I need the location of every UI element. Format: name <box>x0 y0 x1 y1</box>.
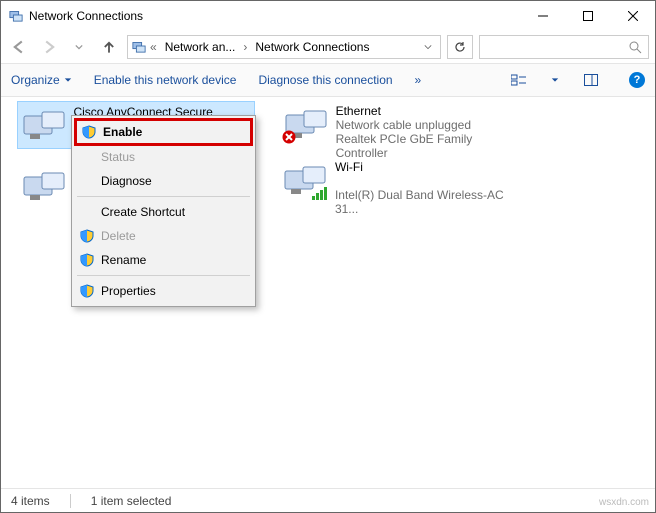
location-icon <box>132 39 146 56</box>
adapter-device: Intel(R) Dual Band Wireless-AC 31... <box>335 188 526 216</box>
context-enable[interactable]: Enable <box>74 118 253 146</box>
titlebar: Network Connections <box>1 1 655 31</box>
adapter-blank <box>335 174 526 188</box>
refresh-button[interactable] <box>447 35 473 59</box>
watermark: wsxdn.com <box>599 497 649 508</box>
back-button[interactable] <box>7 35 31 59</box>
adapter-icon <box>20 166 68 206</box>
context-delete: Delete <box>75 224 252 248</box>
organize-menu[interactable]: Organize <box>11 73 72 87</box>
minimize-button[interactable] <box>520 1 565 31</box>
content-area: Cisco AnyConnect Secure Mobility Etherne… <box>1 97 655 488</box>
enable-device-button[interactable]: Enable this network device <box>94 73 237 87</box>
up-button[interactable] <box>97 35 121 59</box>
context-rename[interactable]: Rename <box>75 248 252 272</box>
divider <box>70 494 71 508</box>
adapter-name: Ethernet <box>336 104 526 118</box>
context-status: Status <box>75 145 252 169</box>
window-title: Network Connections <box>23 9 520 23</box>
diagnose-connection-button[interactable]: Diagnose this connection <box>258 73 392 87</box>
chevron-down-icon[interactable] <box>551 76 559 84</box>
context-menu: Enable Status Diagnose Create Shortcut D… <box>71 115 256 307</box>
shield-icon <box>82 125 96 139</box>
adapter-name: Wi-Fi <box>335 160 526 174</box>
adapter-device: Realtek PCIe GbE Family Controller <box>336 132 526 160</box>
address-dropdown[interactable] <box>420 40 436 54</box>
context-create-shortcut[interactable]: Create Shortcut <box>75 200 252 224</box>
overflow-button[interactable]: » <box>415 73 422 87</box>
adapter-ethernet[interactable]: Ethernet Network cable unplugged Realtek… <box>279 101 529 163</box>
organize-label: Organize <box>11 73 60 87</box>
error-icon <box>282 130 296 144</box>
maximize-button[interactable] <box>565 1 610 31</box>
adapter-icon <box>21 105 67 145</box>
address-bar[interactable]: « Network an... › Network Connections <box>127 35 441 59</box>
command-bar: Organize Enable this network device Diag… <box>1 63 655 97</box>
breadcrumb-part2[interactable]: Network Connections <box>251 40 373 54</box>
search-box[interactable] <box>479 35 649 59</box>
adapter-status: Network cable unplugged <box>336 118 526 132</box>
adapter-icon <box>282 104 330 144</box>
search-icon <box>629 41 642 54</box>
breadcrumb-separator: « <box>150 40 157 54</box>
selected-count: 1 item selected <box>91 494 172 508</box>
preview-pane-button[interactable] <box>581 74 601 86</box>
adapter-generic[interactable] <box>17 163 71 209</box>
item-count: 4 items <box>11 494 50 508</box>
shield-icon <box>80 229 94 243</box>
chevron-down-icon <box>64 76 72 84</box>
view-options-button[interactable] <box>509 74 529 86</box>
separator <box>77 196 250 197</box>
status-bar: 4 items 1 item selected wsxdn.com <box>1 488 655 512</box>
help-button[interactable]: ? <box>629 72 645 88</box>
adapter-wifi[interactable]: Wi-Fi Intel(R) Dual Band Wireless-AC 31.… <box>279 157 529 219</box>
shield-icon <box>80 253 94 267</box>
app-icon <box>9 8 23 25</box>
context-properties[interactable]: Properties <box>75 279 252 303</box>
signal-icon <box>312 187 327 200</box>
close-button[interactable] <box>610 1 655 31</box>
context-diagnose[interactable]: Diagnose <box>75 169 252 193</box>
separator <box>77 275 250 276</box>
shield-icon <box>80 284 94 298</box>
breadcrumb-part1[interactable]: Network an... <box>161 40 240 54</box>
chevron-right-icon[interactable]: › <box>243 40 247 54</box>
forward-button[interactable] <box>37 35 61 59</box>
address-row: « Network an... › Network Connections <box>1 31 655 63</box>
adapter-icon <box>282 160 329 200</box>
recent-locations-button[interactable] <box>67 35 91 59</box>
